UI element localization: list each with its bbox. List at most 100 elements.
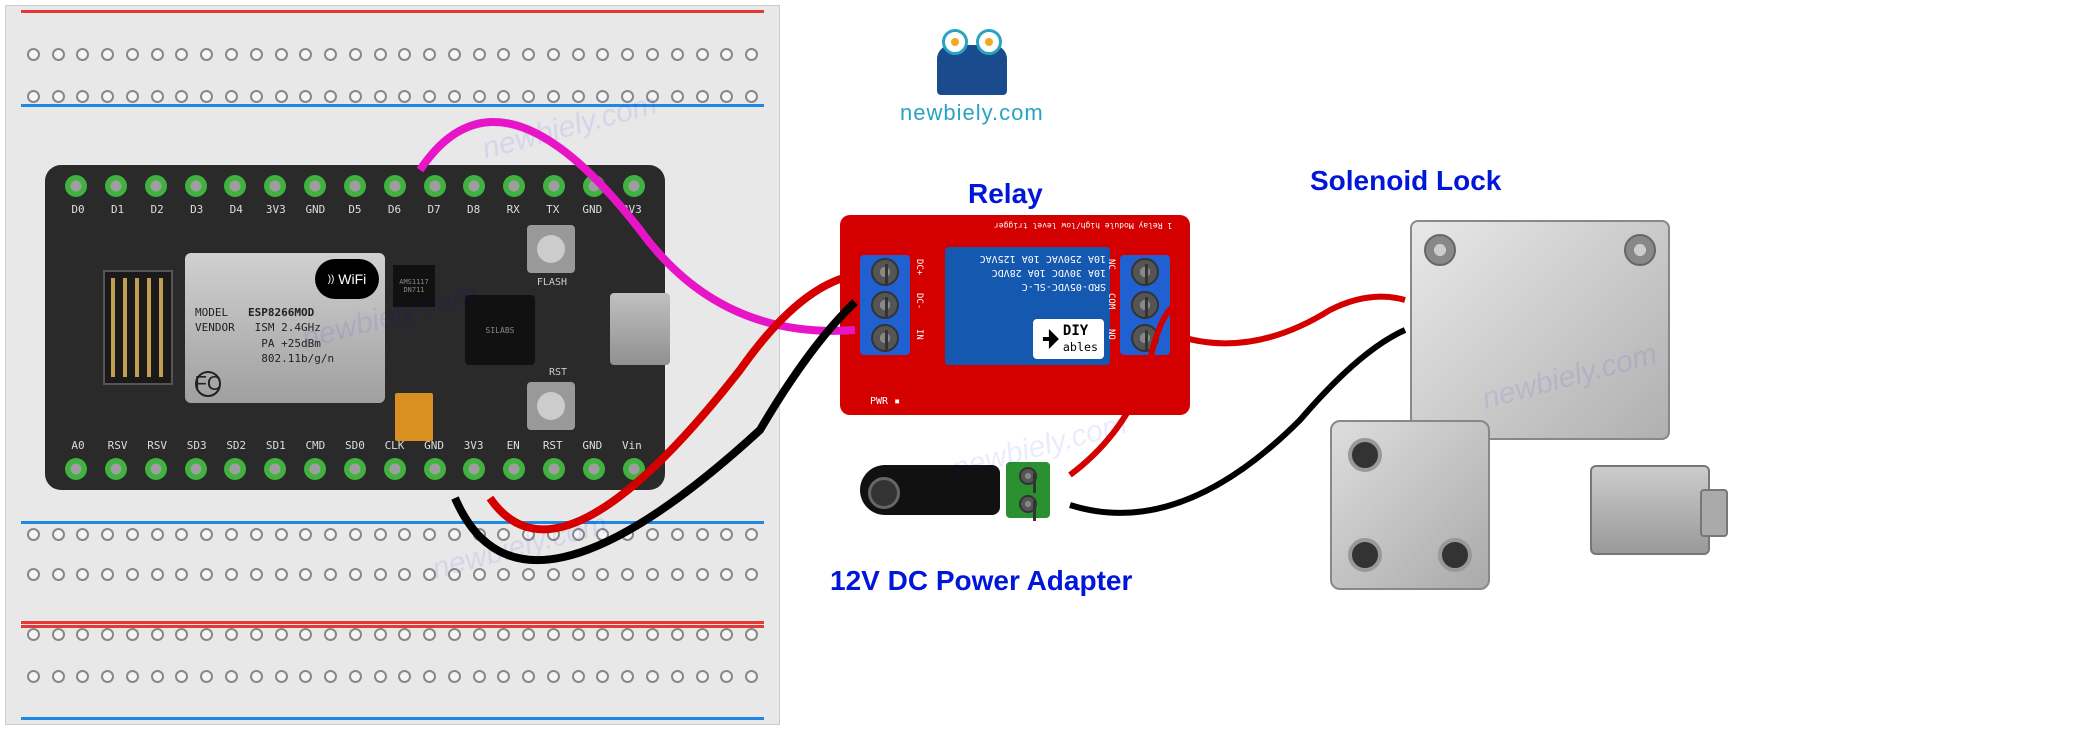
flash-button xyxy=(527,225,575,273)
breadboard-hole xyxy=(175,90,188,103)
breadboard-hole xyxy=(696,90,709,103)
term-in: IN xyxy=(914,329,924,340)
breadboard-hole xyxy=(175,568,188,581)
breadboard-hole xyxy=(101,670,114,683)
screw-icon xyxy=(1131,324,1159,352)
breadboard-hole xyxy=(374,568,387,581)
site-logo: newbiely.com xyxy=(900,25,1044,126)
breadboard-hole xyxy=(547,90,560,103)
breadboard-hole xyxy=(696,670,709,683)
pin-label: RX xyxy=(502,203,524,216)
micro-usb-port xyxy=(610,293,670,365)
esp-pin xyxy=(424,175,446,197)
pin-label: RSV xyxy=(146,439,168,452)
breadboard-hole xyxy=(547,568,560,581)
breadboard-hole xyxy=(423,568,436,581)
capacitor xyxy=(395,393,433,441)
relay-cube-l1: SRD-05VDC-SL-C xyxy=(949,279,1106,293)
esp-pin xyxy=(623,458,645,480)
relay-cube-l2: 10A 30VDC 10A 28VDC xyxy=(949,265,1106,279)
relay-module: 1 Relay Module high/low level trigger DC… xyxy=(840,215,1190,415)
breadboard-hole xyxy=(547,670,560,683)
breadboard-hole xyxy=(225,670,238,683)
reset-button xyxy=(527,382,575,430)
breadboard-hole xyxy=(448,568,461,581)
esp-pin xyxy=(424,458,446,480)
power-title: 12V DC Power Adapter xyxy=(830,565,1132,597)
rail-top-2 xyxy=(21,56,764,136)
solenoid-title: Solenoid Lock xyxy=(1310,165,1501,197)
esp-pin xyxy=(145,175,167,197)
breadboard-hole xyxy=(621,670,634,683)
pin-label: D8 xyxy=(463,203,485,216)
mount-hole xyxy=(1348,438,1382,472)
pin-label: Vin xyxy=(621,439,643,452)
breadboard-hole xyxy=(646,670,659,683)
esp-pin xyxy=(583,458,605,480)
pin-label: D7 xyxy=(423,203,445,216)
esp-pin xyxy=(145,458,167,480)
breadboard-hole xyxy=(151,670,164,683)
rail-line-blue-top xyxy=(21,104,764,107)
breadboard-hole xyxy=(151,568,164,581)
breadboard-hole xyxy=(126,90,139,103)
screw-icon xyxy=(1131,258,1159,286)
breadboard-hole xyxy=(720,90,733,103)
relay-input-terminals xyxy=(860,255,910,355)
breadboard-hole xyxy=(423,90,436,103)
breadboard-hole xyxy=(374,90,387,103)
breadboard-hole xyxy=(250,90,263,103)
pwr-text: PWR xyxy=(870,396,888,407)
breadboard-hole xyxy=(225,568,238,581)
esp-shield: )) WiFi MODEL ESP8266MOD VENDOR ISM 2.4G… xyxy=(185,253,385,403)
relay-header-span: 1 Relay Module high/low level trigger xyxy=(994,221,1172,230)
screw-icon xyxy=(871,291,899,319)
breadboard-hole xyxy=(250,568,263,581)
shield-spec2: PA +25dBm xyxy=(261,337,321,350)
breadboard-hole xyxy=(448,90,461,103)
breadboard-hole xyxy=(324,670,337,683)
esp-pin xyxy=(264,175,286,197)
screw-icon xyxy=(1019,495,1037,513)
solenoid-bolt xyxy=(1590,465,1710,555)
breadboard-hole xyxy=(473,568,486,581)
esp-pin xyxy=(304,458,326,480)
breadboard-hole xyxy=(473,90,486,103)
mount-hole xyxy=(1438,538,1472,572)
pin-label: 3V3 xyxy=(621,203,643,216)
shield-spec3: 802.11b/g/n xyxy=(261,352,334,365)
relay-title: Relay xyxy=(968,178,1043,210)
pin-label: TX xyxy=(542,203,564,216)
breadboard-hole xyxy=(299,670,312,683)
dc-terminal-block xyxy=(1006,462,1050,518)
esp-antenna xyxy=(103,270,173,385)
diy-sub: ables xyxy=(1063,340,1098,354)
pin-label: D5 xyxy=(344,203,366,216)
diy-text: DIY xyxy=(1063,323,1088,339)
breadboard-hole xyxy=(299,568,312,581)
pin-label: RSV xyxy=(107,439,129,452)
breadboard-hole xyxy=(52,568,65,581)
esp-pin xyxy=(543,175,565,197)
esp-pin xyxy=(105,458,127,480)
screw-icon xyxy=(1624,234,1656,266)
breadboard-hole xyxy=(27,670,40,683)
breadboard-hole xyxy=(745,568,758,581)
term-no: NO xyxy=(1106,329,1116,340)
reg-l1: AMS1117 xyxy=(399,278,429,286)
flash-label: FLASH xyxy=(537,277,567,288)
pin-label: EN xyxy=(502,439,524,452)
solenoid-body xyxy=(1410,220,1670,440)
breadboard-hole xyxy=(349,568,362,581)
breadboard-hole xyxy=(76,568,89,581)
breadboard-hole xyxy=(596,568,609,581)
term-nc: NC xyxy=(1106,259,1116,270)
rail-bot-4 xyxy=(21,636,764,716)
breadboard-hole xyxy=(522,670,535,683)
breadboard-hole xyxy=(497,568,510,581)
pin-label: SD2 xyxy=(225,439,247,452)
esp-pin xyxy=(344,458,366,480)
breadboard-hole xyxy=(200,568,213,581)
esp-pin xyxy=(503,175,525,197)
breadboard-hole xyxy=(374,670,387,683)
